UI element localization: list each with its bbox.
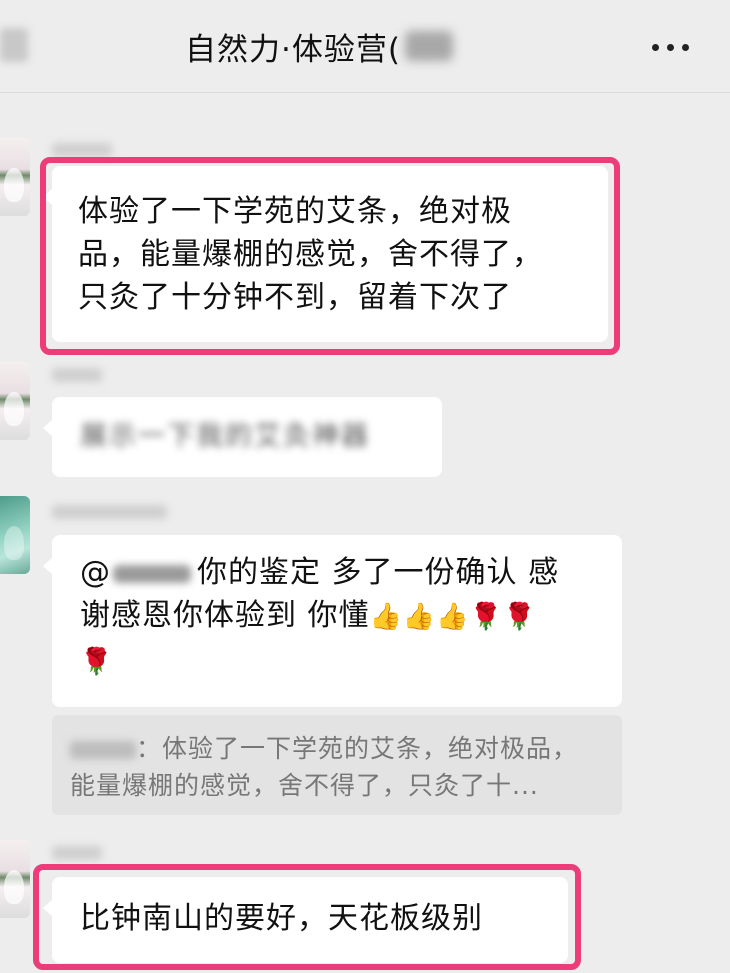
thumbs-up-rose-emojis: 👍👍👍🌹🌹 [369, 602, 537, 632]
mention-prefix: @ [80, 555, 111, 590]
message-line: @ 你的鉴定 多了一份确认 感 [80, 551, 622, 594]
quote-line: 能量爆棚的感觉，舍不得了，只灸了十... [70, 771, 539, 800]
message-line: 只灸了十分钟不到，留着下次了 [78, 280, 512, 315]
sender-avatar[interactable] [0, 362, 30, 440]
message-text: 谢感恩你体验到 你懂 [80, 598, 370, 633]
message-text: 比钟南山的要好，天花板级别 [80, 901, 483, 936]
sender-avatar[interactable] [0, 138, 30, 216]
sender-avatar[interactable] [0, 840, 30, 918]
sender-name-redacted [52, 846, 102, 860]
sender-avatar[interactable] [0, 496, 30, 574]
message-line: 体验了一下学苑的艾条，绝对极 [78, 194, 512, 229]
chat-header: 自然力·体验营( [0, 0, 730, 93]
quoted-message[interactable]: ：体验了一下学苑的艾条，绝对极品， 能量爆棚的感觉，舍不得了，只灸了十... [52, 715, 622, 815]
sender-name-redacted [52, 143, 112, 157]
message-line: 谢感恩你体验到 你懂👍👍👍🌹🌹 [80, 594, 622, 639]
quote-author-redacted [70, 741, 136, 759]
quote-text: 体验了一下学苑的艾条，绝对极品， [162, 734, 579, 763]
message-line: 品，能量爆棚的感觉，舍不得了， [78, 237, 543, 272]
sender-name-redacted [52, 368, 102, 382]
message-bubble[interactable]: 体验了一下学苑的艾条，绝对极 品，能量爆棚的感觉，舍不得了， 只灸了十分钟不到，… [43, 166, 608, 342]
message-line: 🌹 [80, 639, 622, 684]
message-text-blurred: 展示一下我的艾灸神器 [80, 421, 370, 452]
message-text: 你的鉴定 多了一份确认 感 [197, 555, 560, 590]
more-dots-icon[interactable] [652, 44, 689, 51]
message-bubble[interactable]: 比钟南山的要好，天花板级别 [43, 877, 568, 963]
sender-name-redacted [52, 505, 167, 519]
quote-line: ：体验了一下学苑的艾条，绝对极品， [70, 730, 604, 767]
mention-redacted [113, 564, 191, 583]
chat-title: 自然力·体验营( [185, 31, 401, 68]
redacted-title-suffix [404, 31, 453, 61]
message-bubble[interactable]: 展示一下我的艾灸神器 [43, 397, 442, 477]
back-button[interactable] [0, 28, 28, 62]
chat-title-wrap: 自然力·体验营( [185, 24, 453, 68]
rose-emoji: 🌹 [80, 647, 114, 677]
message-bubble[interactable]: @ 你的鉴定 多了一份确认 感 谢感恩你体验到 你懂👍👍👍🌹🌹 🌹 [43, 535, 622, 707]
quote-separator: ： [136, 734, 163, 763]
